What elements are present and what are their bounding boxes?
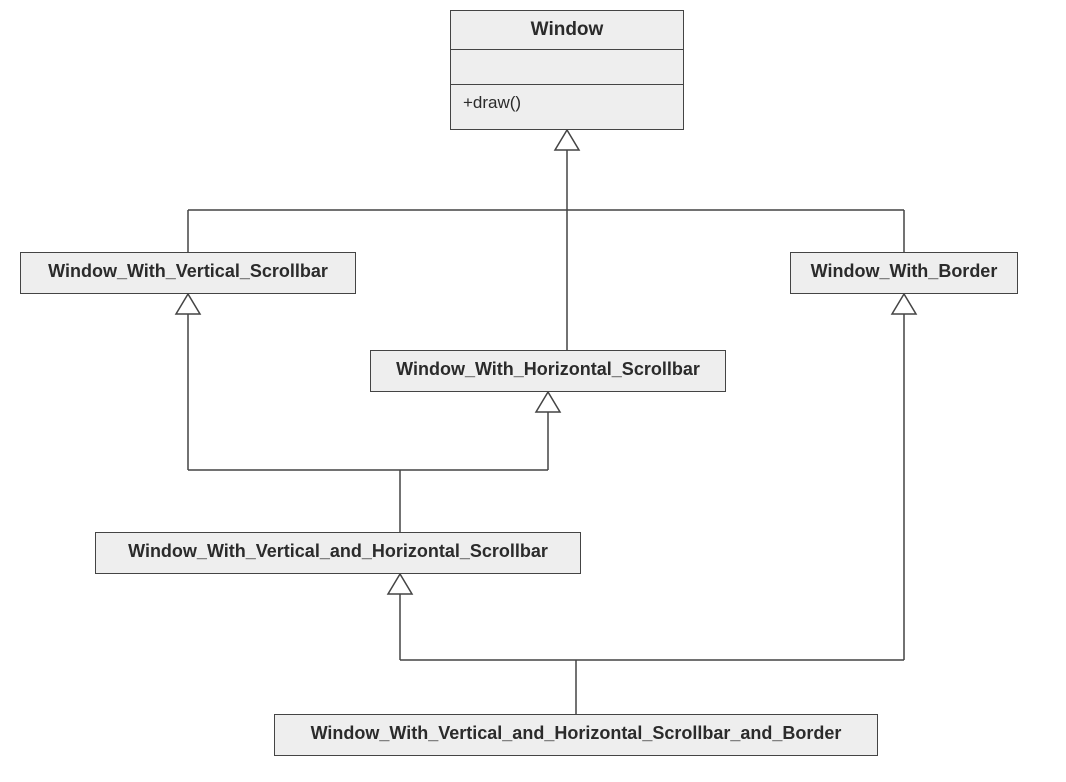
class-vh-scrollbar-title: Window_With_Vertical_and_Horizontal_Scro…: [96, 533, 580, 570]
class-window-operations: +draw(): [451, 85, 683, 121]
uml-diagram: Window +draw() Window_With_Vertical_Scro…: [0, 0, 1066, 782]
class-window-title: Window: [451, 11, 683, 50]
class-vertical-and-horizontal-scrollbar: Window_With_Vertical_and_Horizontal_Scro…: [95, 532, 581, 574]
class-vh-border-title: Window_With_Vertical_and_Horizontal_Scro…: [275, 715, 877, 752]
class-vertical-scrollbar-title: Window_With_Vertical_Scrollbar: [21, 253, 355, 290]
class-window: Window +draw(): [450, 10, 684, 130]
class-border: Window_With_Border: [790, 252, 1018, 294]
class-horizontal-scrollbar-title: Window_With_Horizontal_Scrollbar: [371, 351, 725, 388]
class-window-attributes: [451, 50, 683, 85]
class-horizontal-scrollbar: Window_With_Horizontal_Scrollbar: [370, 350, 726, 392]
class-vertical-scrollbar: Window_With_Vertical_Scrollbar: [20, 252, 356, 294]
class-border-title: Window_With_Border: [791, 253, 1017, 290]
class-vertical-horizontal-scrollbar-and-border: Window_With_Vertical_and_Horizontal_Scro…: [274, 714, 878, 756]
